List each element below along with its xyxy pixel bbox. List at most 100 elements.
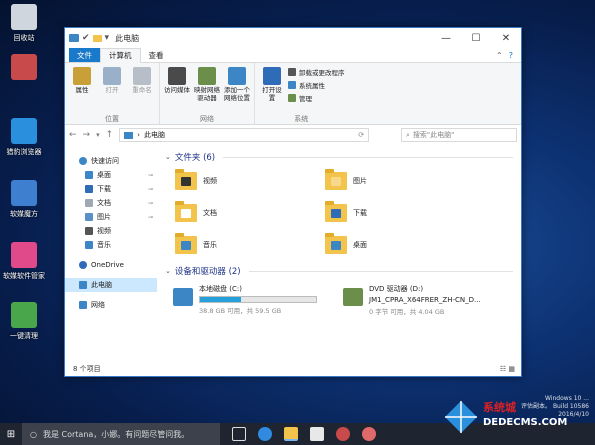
nav-item[interactable]: 音乐 — [65, 238, 157, 252]
search-icon: ⌕ — [406, 130, 410, 139]
ribbon-command-button[interactable]: 打开 — [98, 65, 126, 114]
explorer-body: 快速访问 桌面 ⊸ 下载 ⊸ 文档 ⊸ 图片 ⊸ 视频 音乐 OneDrive 此电脑 网络 ⌄ — [65, 146, 521, 362]
nav-item-label: 文档 — [97, 199, 111, 207]
command-icon — [133, 67, 151, 85]
file-explorer-taskbar-icon[interactable] — [284, 427, 298, 441]
desktop-icon[interactable]: 软媒软件管家 — [3, 242, 45, 281]
task-view-icon[interactable] — [232, 427, 246, 441]
folder-item[interactable]: 音乐 — [175, 232, 325, 258]
drive-name: 本地磁盘 (C:) — [199, 285, 242, 293]
help-icon[interactable]: ? — [509, 51, 513, 60]
desktop-icon[interactable] — [4, 54, 44, 83]
system-command-label: 卸载或更改程序 — [299, 69, 345, 77]
drive-info: DVD 驱动器 (D:) JM1_CPRA_X64FRER_ZH-CN_D... 0… — [369, 284, 493, 316]
ribbon-command-button[interactable]: 添加一个网络位置 — [223, 65, 251, 114]
nav-item[interactable]: 视频 — [65, 224, 157, 238]
store-icon[interactable] — [310, 427, 324, 441]
view-toggle-icons[interactable]: ☷ ▦ — [500, 365, 521, 373]
tab-view[interactable]: 查看 — [141, 48, 172, 62]
command-label: 添加一个网络位置 — [224, 86, 250, 102]
app-icon[interactable] — [336, 427, 350, 441]
ribbon-command-button[interactable]: 访问媒体 — [163, 65, 191, 114]
search-placeholder: 搜索"此电脑" — [412, 131, 455, 139]
address-field[interactable]: › 此电脑 ⟳ — [119, 128, 370, 142]
drives-section-header[interactable]: ⌄ 设备和驱动器 (2) — [165, 264, 513, 278]
desktop-icon[interactable]: 猎豹浏览器 — [4, 118, 44, 157]
ribbon-group-network: 访问媒体 映射网络驱动器 添加一个网络位置 网络 — [160, 63, 255, 124]
folder-item[interactable]: 图片 — [325, 168, 475, 194]
pin-icon: ⊸ — [147, 171, 153, 179]
search-field[interactable]: ⌕ 搜索"此电脑" — [401, 128, 517, 142]
drive-info: 本地磁盘 (C:) 38.8 GB 可用，共 59.5 GB — [199, 284, 323, 316]
back-arrow-icon[interactable]: ← — [69, 130, 77, 140]
folder-item[interactable]: 桌面 — [325, 232, 475, 258]
system-command-icon — [288, 68, 296, 76]
folder-item[interactable]: 视频 — [175, 168, 325, 194]
minimize-button[interactable]: — — [431, 28, 461, 48]
recent-dropdown-icon[interactable]: ▾ — [96, 131, 100, 139]
cloud-icon — [79, 261, 87, 269]
nav-quick-access[interactable]: 快速访问 — [65, 154, 157, 168]
forward-arrow-icon[interactable]: → — [83, 130, 91, 140]
command-label: 属性 — [75, 86, 89, 94]
cleaner-icon — [11, 302, 37, 328]
system-command[interactable]: 系统属性 — [288, 80, 345, 90]
command-icon — [73, 67, 91, 85]
windows-logo-icon — [445, 401, 477, 433]
folder-icon — [175, 169, 197, 190]
drive-name: DVD 驱动器 (D:) — [369, 285, 424, 293]
maximize-button[interactable]: ☐ — [461, 28, 491, 48]
drive-usage-bar — [199, 296, 317, 303]
nav-item[interactable]: 图片 ⊸ — [65, 210, 157, 224]
ribbon-group-location: 属性 打开 重命名 位置 — [65, 63, 160, 124]
windows-start-icon[interactable]: ⊞ — [0, 423, 22, 445]
desktop-icon-label: 一键清理 — [10, 332, 38, 340]
status-bar: 8 个项目 ☷ ▦ — [65, 362, 521, 376]
app-icon[interactable] — [362, 427, 376, 441]
address-bar-row: ← → ▾ ↑ › 此电脑 ⟳ ⌕ 搜索"此电脑" — [65, 125, 521, 145]
ribbon-command-button[interactable]: 映射网络驱动器 — [193, 65, 221, 114]
drive-item[interactable]: 本地磁盘 (C:) 38.8 GB 可用，共 59.5 GB — [173, 284, 323, 316]
command-label: 访问媒体 — [164, 86, 190, 94]
drive-free-space: 0 字节 可用，共 4.04 GB — [369, 308, 445, 316]
pin-icon: ⊸ — [147, 213, 153, 221]
qat-dropdown-icon[interactable]: ▾ — [105, 33, 110, 43]
folder-icon — [85, 227, 93, 235]
drive-item[interactable]: DVD 驱动器 (D:) JM1_CPRA_X64FRER_ZH-CN_D... 0… — [343, 284, 493, 316]
nav-onedrive[interactable]: OneDrive — [65, 258, 157, 272]
properties-qat-icon[interactable]: ✔ — [82, 33, 90, 43]
folder-item[interactable]: 文档 — [175, 200, 325, 226]
command-label: 打开 — [105, 86, 119, 94]
nav-item[interactable]: 桌面 ⊸ — [65, 168, 157, 182]
ribbon-command-button[interactable]: 重命名 — [128, 65, 156, 114]
pc-small-icon — [124, 131, 134, 139]
system-command-label: 系统属性 — [299, 82, 325, 90]
close-button[interactable]: ✕ — [491, 28, 521, 48]
up-arrow-icon[interactable]: ↑ — [106, 130, 114, 140]
refresh-icon[interactable]: ⟳ — [358, 131, 364, 139]
desktop-icon-label: 猎豹浏览器 — [6, 148, 42, 156]
folder-item[interactable]: 下载 — [325, 200, 475, 226]
ribbon-command-button[interactable]: 属性 — [68, 65, 96, 114]
desktop-icon[interactable]: 回收站 — [4, 4, 44, 43]
nav-item[interactable]: 文档 ⊸ — [65, 196, 157, 210]
nav-item[interactable]: 下载 ⊸ — [65, 182, 157, 196]
edge-icon[interactable] — [258, 427, 272, 441]
nav-this-pc[interactable]: 此电脑 — [65, 278, 157, 292]
collapse-ribbon-icon[interactable]: ⌃ — [496, 51, 503, 60]
desktop-icon[interactable]: 一键清理 — [4, 302, 44, 341]
folders-section-header[interactable]: ⌄ 文件夹 (6) — [165, 150, 513, 164]
cortana-search-box[interactable]: ○ 我是 Cortana，小娜。有问题尽管问我。 — [22, 423, 220, 445]
nav-network[interactable]: 网络 — [65, 298, 157, 312]
ribbon-tabs: 文件 计算机 查看 ⌃ ? — [65, 48, 521, 63]
quick-access-toolbar: ✔ ▾ — [69, 33, 109, 43]
system-command[interactable]: 管理 — [288, 93, 345, 103]
new-folder-qat-icon[interactable] — [92, 34, 102, 42]
system-command[interactable]: 卸载或更改程序 — [288, 67, 345, 77]
open-settings-button[interactable]: 打开设置 — [258, 65, 286, 114]
tab-computer[interactable]: 计算机 — [100, 48, 141, 63]
desktop-icon[interactable]: 软媒魔方 — [4, 180, 44, 219]
pin-icon: ⊸ — [147, 199, 153, 207]
tab-file[interactable]: 文件 — [69, 48, 100, 62]
software-manager-icon — [11, 242, 37, 268]
